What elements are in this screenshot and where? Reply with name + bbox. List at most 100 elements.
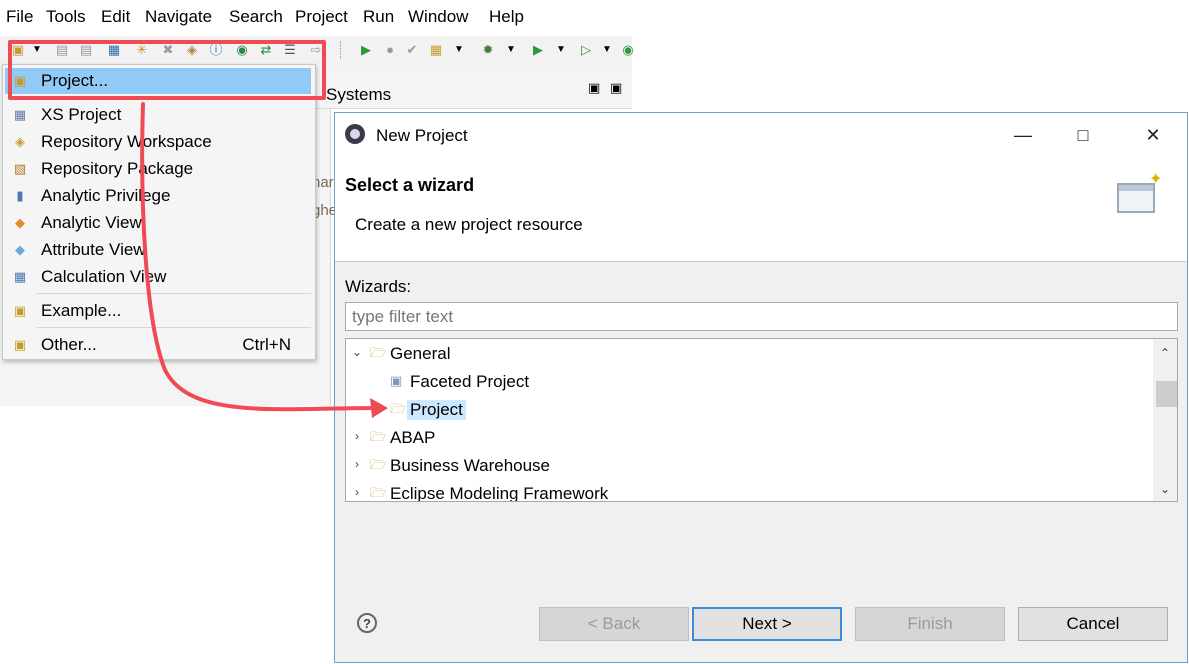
tree-node-label: Project bbox=[407, 400, 466, 420]
menu-item-label: Project... bbox=[41, 71, 109, 90]
next-button[interactable]: Next > bbox=[692, 607, 842, 641]
view-menu-icon[interactable]: ▣ bbox=[610, 80, 622, 96]
new-dropdown-chevron-icon[interactable]: ▼ bbox=[32, 42, 42, 58]
collapsed-chevron-icon[interactable]: › bbox=[350, 457, 364, 471]
view-toolbar-icon[interactable]: ▣ bbox=[588, 80, 600, 96]
systems-view: Systems ▣ ▣ bbox=[300, 66, 632, 109]
monitor-icon[interactable]: ▦ bbox=[106, 42, 122, 58]
tree-scrollbar[interactable]: ⌃ ⌄ bbox=[1153, 339, 1177, 501]
menu-item-label: Other... bbox=[41, 335, 97, 354]
menu-bar: File Tools Edit Navigate Search Project … bbox=[0, 0, 1189, 34]
menu-tools[interactable]: Tools bbox=[46, 7, 86, 27]
menu-item-label: Example... bbox=[41, 301, 122, 320]
menu-edit[interactable]: Edit bbox=[101, 7, 130, 27]
menu-item-attribute-view[interactable]: ◆ Attribute View bbox=[5, 237, 311, 263]
collapsed-chevron-icon[interactable]: › bbox=[350, 485, 364, 499]
check-icon[interactable]: ✔ bbox=[404, 42, 420, 58]
scroll-down-chevron-icon[interactable]: ⌄ bbox=[1153, 479, 1177, 499]
menu-item-label: Calculation View bbox=[41, 267, 167, 286]
menu-item-label: Repository Workspace bbox=[41, 132, 212, 151]
menu-project[interactable]: Project bbox=[295, 7, 348, 27]
menu-item-analytic-view[interactable]: ◆ Analytic View bbox=[5, 210, 311, 236]
save-all-icon[interactable]: ▤ bbox=[78, 42, 94, 58]
finish-button[interactable]: Finish bbox=[855, 607, 1005, 641]
package-icon[interactable]: ◈ bbox=[184, 42, 200, 58]
menu-run[interactable]: Run bbox=[363, 7, 394, 27]
expanded-chevron-icon[interactable]: ⌄ bbox=[350, 345, 364, 359]
help-icon[interactable]: ? bbox=[357, 613, 377, 633]
tree-node-label: ABAP bbox=[390, 428, 436, 447]
sparkle-icon[interactable]: ✳ bbox=[134, 42, 150, 58]
stop-icon[interactable]: ● bbox=[382, 42, 398, 58]
menu-item-repository-workspace[interactable]: ◈ Repository Workspace bbox=[5, 129, 311, 155]
scroll-up-chevron-icon[interactable]: ⌃ bbox=[1153, 343, 1177, 363]
menu-item-xs-project[interactable]: ▦ XS Project bbox=[5, 102, 311, 128]
dialog-title-bar: New Project — □ ✕ bbox=[335, 113, 1187, 157]
list-icon[interactable]: ☰ bbox=[282, 42, 298, 58]
tree-node-label: General bbox=[390, 344, 451, 363]
menu-item-other[interactable]: ▣ Other... Ctrl+N bbox=[5, 332, 311, 358]
folder-open-icon: 🗁 bbox=[370, 345, 387, 360]
delete-icon[interactable]: ✖ bbox=[160, 42, 176, 58]
repository-workspace-icon: ◈ bbox=[15, 134, 25, 149]
folder-icon: 🗁 bbox=[370, 429, 387, 444]
minimize-button[interactable]: — bbox=[1003, 121, 1043, 149]
menu-window[interactable]: Window bbox=[408, 7, 468, 27]
wizard-description: Create a new project resource bbox=[355, 215, 583, 234]
menu-item-calculation-view[interactable]: ▦ Calculation View bbox=[5, 264, 311, 290]
menu-search[interactable]: Search bbox=[229, 7, 283, 27]
new-dropdown-menu: ▣ Project... ▦ XS Project ◈ Repository W… bbox=[2, 64, 316, 360]
project-folder-icon: 🗁 bbox=[390, 401, 407, 416]
filter-input[interactable] bbox=[345, 302, 1178, 331]
external-tools-dropdown-chevron-icon[interactable]: ▼ bbox=[602, 42, 612, 58]
menu-item-analytic-privilege[interactable]: ▮ Analytic Privilege bbox=[5, 183, 311, 209]
save-icon[interactable]: ▤ bbox=[54, 42, 70, 58]
analytic-view-icon: ◆ bbox=[15, 215, 25, 230]
open-type-icon[interactable]: ▦ bbox=[428, 42, 444, 58]
folder-icon: 🗁 bbox=[370, 485, 387, 500]
activate-icon[interactable]: ◉ bbox=[234, 42, 250, 58]
menu-navigate[interactable]: Navigate bbox=[145, 7, 212, 27]
new-project-dialog: New Project — □ ✕ Select a wizard Create… bbox=[334, 112, 1188, 663]
repository-package-icon: ▧ bbox=[13, 161, 27, 176]
resume-icon[interactable]: ▶ bbox=[358, 42, 374, 58]
menu-help[interactable]: Help bbox=[489, 7, 524, 27]
maximize-button[interactable]: □ bbox=[1063, 121, 1103, 149]
dialog-title: New Project bbox=[376, 126, 468, 145]
back-button[interactable]: < Back bbox=[539, 607, 689, 641]
menu-item-project[interactable]: ▣ Project... bbox=[5, 68, 311, 94]
menu-item-label: Analytic View bbox=[41, 213, 142, 232]
debug-icon[interactable]: ✹ bbox=[480, 42, 496, 58]
new-icon[interactable]: ▣ bbox=[10, 42, 26, 58]
other-icon: ▣ bbox=[13, 337, 27, 352]
eclipse-app-icon bbox=[345, 124, 365, 144]
wizards-label: Wizards: bbox=[345, 277, 412, 296]
folder-icon: 🗁 bbox=[370, 457, 387, 472]
analytic-privilege-icon: ▮ bbox=[16, 188, 24, 203]
menu-item-example[interactable]: ▣ Example... bbox=[5, 298, 311, 324]
menu-item-repository-package[interactable]: ▧ Repository Package bbox=[5, 156, 311, 182]
new-wizard-banner-icon: ✦ bbox=[1117, 169, 1163, 215]
calculation-view-icon: ▦ bbox=[13, 269, 27, 284]
run-dropdown-chevron-icon[interactable]: ▼ bbox=[556, 42, 566, 58]
collapsed-chevron-icon[interactable]: › bbox=[350, 429, 364, 443]
help-icon[interactable]: ⓘ bbox=[208, 42, 224, 58]
menu-separator bbox=[37, 98, 311, 99]
link-icon[interactable]: ⇨ bbox=[308, 42, 324, 58]
menu-item-label: Repository Package bbox=[41, 159, 194, 178]
scrollbar-thumb[interactable] bbox=[1156, 381, 1177, 407]
close-button[interactable]: ✕ bbox=[1133, 121, 1173, 149]
external-tools-icon[interactable]: ▷ bbox=[578, 42, 594, 58]
systems-view-title[interactable]: Systems bbox=[326, 85, 391, 105]
cancel-button[interactable]: Cancel bbox=[1018, 607, 1168, 641]
menu-item-label: Analytic Privilege bbox=[41, 186, 171, 205]
toolbar: ▣ ▼ ▤ ▤ ▦ ✳ ✖ ◈ ⓘ ◉ ⇄ ☰ ⇨ ▶ ● ✔ ▦ ▼ ✹ ▼ … bbox=[0, 36, 634, 67]
sync-icon[interactable]: ⇄ bbox=[258, 42, 274, 58]
menu-file[interactable]: File bbox=[6, 7, 33, 27]
debug-dropdown-chevron-icon[interactable]: ▼ bbox=[506, 42, 516, 58]
overflow-icon[interactable]: ◉ bbox=[620, 42, 636, 58]
type-dropdown-chevron-icon[interactable]: ▼ bbox=[454, 42, 464, 58]
wizards-tree[interactable]: ⌄ 🗁 General ▣ Faceted Project 🗁 Project … bbox=[345, 338, 1178, 502]
run-icon[interactable]: ▶ bbox=[530, 42, 546, 58]
wizard-heading: Select a wizard bbox=[345, 175, 475, 195]
